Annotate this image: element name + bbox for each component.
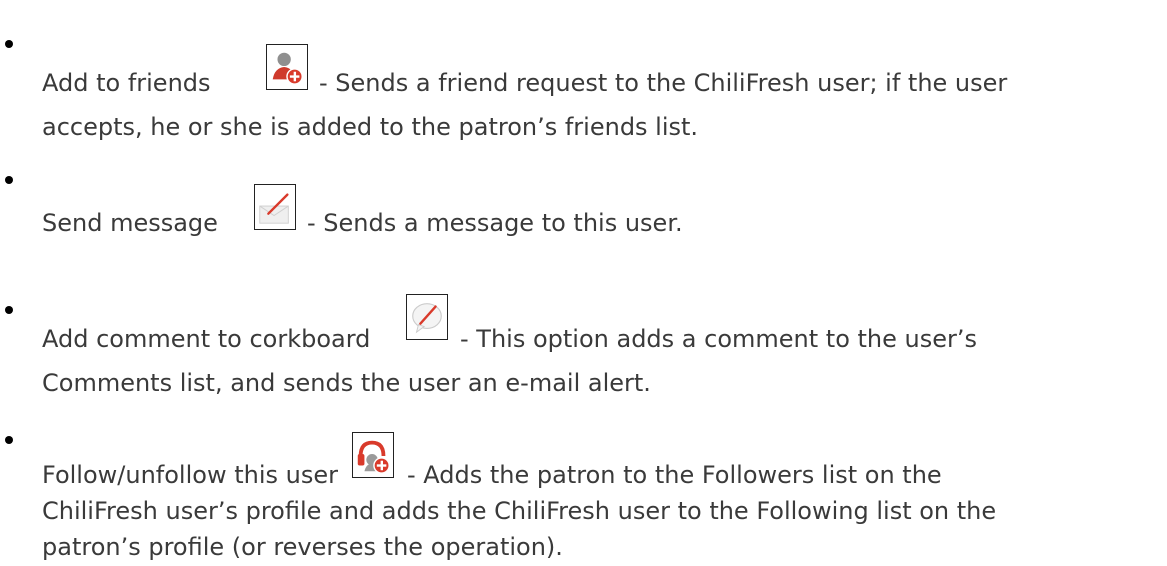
bullet bbox=[5, 40, 13, 48]
item-desc-follow-2: ChiliFresh user’s profile and adds the C… bbox=[42, 497, 997, 525]
item-title-send-message: Send message bbox=[42, 209, 218, 237]
item-desc-add-comment-2: Comments list, and sends the user an e-m… bbox=[42, 369, 651, 397]
item-desc-follow-1: - Adds the patron to the Followers list … bbox=[407, 461, 942, 489]
follow-icon[interactable] bbox=[352, 432, 394, 478]
item-title-add-to-friends: Add to friends bbox=[42, 69, 211, 97]
item-desc-add-to-friends-1: - Sends a friend request to the ChiliFre… bbox=[319, 69, 1008, 97]
bullet bbox=[5, 176, 13, 184]
comment-icon[interactable] bbox=[406, 294, 448, 340]
item-desc-send-message-1: - Sends a message to this user. bbox=[307, 209, 683, 237]
bullet bbox=[5, 306, 13, 314]
add-friend-icon[interactable] bbox=[266, 44, 308, 90]
item-desc-follow-3: patron’s profile (or reverses the operat… bbox=[42, 533, 563, 561]
bullet bbox=[5, 436, 13, 444]
item-desc-add-to-friends-2: accepts, he or she is added to the patro… bbox=[42, 113, 699, 141]
item-desc-add-comment-1: - This option adds a comment to the user… bbox=[460, 325, 977, 353]
send-message-icon[interactable] bbox=[254, 184, 296, 230]
item-title-follow: Follow/unfollow this user bbox=[42, 461, 338, 489]
item-title-add-comment: Add comment to corkboard bbox=[42, 325, 371, 353]
